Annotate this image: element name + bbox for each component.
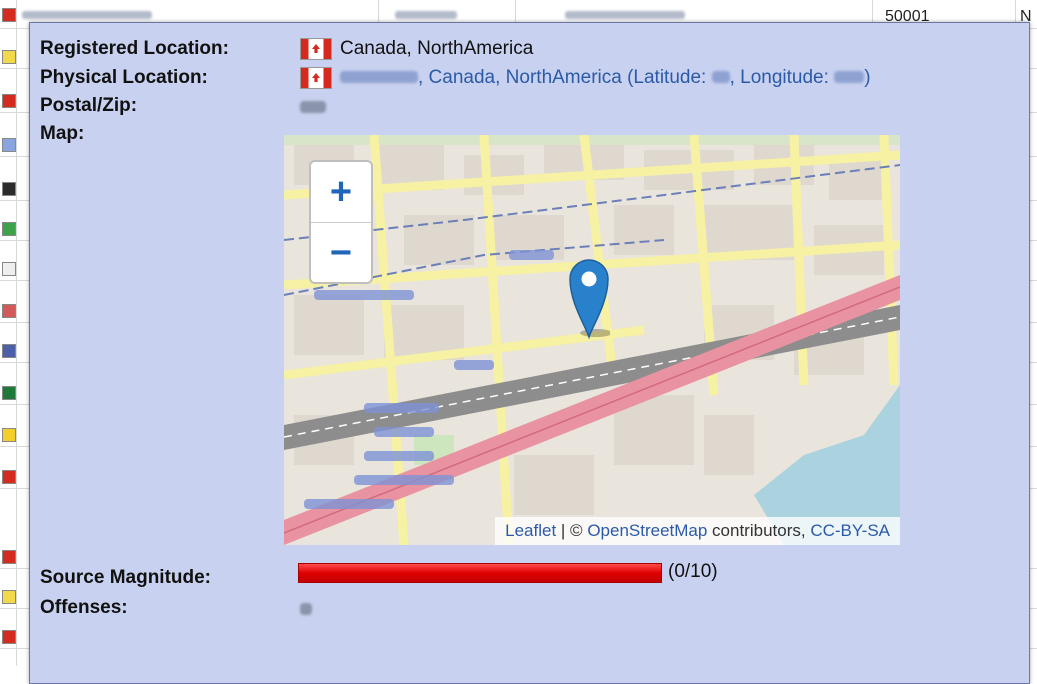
location-marker-icon[interactable]: [568, 257, 610, 339]
flag-icon: [2, 50, 16, 64]
postal-zip-value: [300, 101, 326, 113]
zoom-control: + −: [309, 160, 373, 284]
physical-location-value[interactable]: , Canada, NorthAmerica (Latitude: , Long…: [300, 67, 871, 89]
flag-icon: [2, 470, 16, 484]
zoom-in-button[interactable]: +: [311, 162, 371, 223]
redacted-latitude: [711, 71, 730, 83]
redacted-value: [395, 11, 457, 19]
redacted-ip: [22, 11, 152, 19]
map-view[interactable]: + − Leaflet | © OpenStreetMap contributo…: [284, 135, 900, 545]
redacted-city: [340, 71, 418, 83]
flag-icon: [2, 590, 16, 604]
flag-icon: [2, 428, 16, 442]
redacted-longitude: [834, 71, 865, 83]
flag-icon: [2, 550, 16, 564]
offenses-value: [300, 603, 312, 615]
flag-icon: [2, 630, 16, 644]
flag-icon: [2, 182, 16, 196]
redacted-value: [565, 11, 685, 19]
zoom-out-button[interactable]: −: [311, 223, 371, 282]
flag-icon: [2, 304, 16, 318]
openstreetmap-link[interactable]: OpenStreetMap: [587, 521, 707, 540]
flag-icon: [2, 138, 16, 152]
flag-icon: [2, 386, 16, 400]
cc-by-sa-link[interactable]: CC-BY-SA: [810, 521, 890, 540]
leaflet-link[interactable]: Leaflet: [505, 521, 556, 540]
physical-location-link[interactable]: , Canada, NorthAmerica (Latitude: , Long…: [340, 67, 871, 89]
source-magnitude-label: Source Magnitude:: [40, 567, 212, 588]
flag-icon: [2, 344, 16, 358]
flag-icon: [2, 262, 16, 276]
flag-icon: [2, 8, 16, 22]
canada-flag-icon: [300, 38, 332, 60]
redacted-postal-code: [300, 101, 326, 113]
registered-location-label: Registered Location:: [40, 38, 229, 59]
map-tiles[interactable]: [284, 135, 900, 545]
ip-details-popup: Registered Location: Canada, NorthAmeric…: [29, 22, 1030, 684]
registered-location-value: Canada, NorthAmerica: [300, 38, 533, 60]
map-attribution: Leaflet | © OpenStreetMap contributors, …: [495, 517, 900, 545]
magnitude-bar: [298, 563, 662, 583]
canada-flag-icon: [300, 67, 332, 89]
flag-icon: [2, 94, 16, 108]
postal-zip-label: Postal/Zip:: [40, 95, 138, 116]
redacted-offenses-count: [300, 603, 312, 615]
map-label: Map:: [40, 123, 85, 144]
magnitude-value: (0/10): [668, 561, 718, 582]
flag-icon: [2, 222, 16, 236]
offenses-label: Offenses:: [40, 597, 128, 618]
registered-location-text: Canada, NorthAmerica: [340, 38, 534, 59]
physical-location-label: Physical Location:: [40, 67, 208, 88]
